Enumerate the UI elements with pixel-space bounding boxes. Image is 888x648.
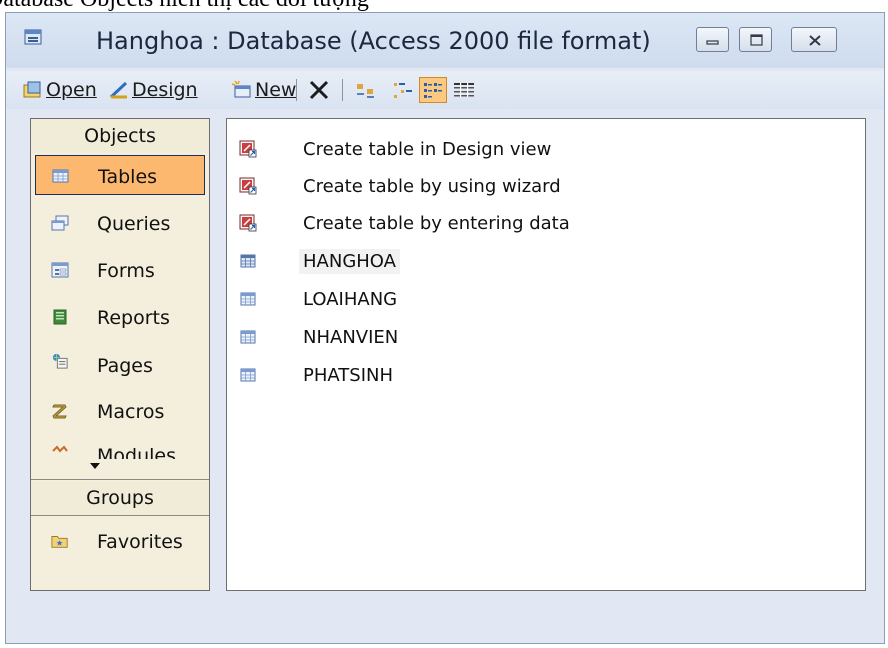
large-icons-button[interactable] xyxy=(355,77,377,103)
design-icon xyxy=(109,81,128,99)
list-item-label: HANGHOA xyxy=(299,249,400,274)
toolbar-separator xyxy=(296,79,297,101)
table-icon xyxy=(240,254,256,268)
toolbar-separator xyxy=(342,79,343,101)
list-item-label: PHATSINH xyxy=(303,365,394,386)
create-shortcut-icon xyxy=(239,214,257,232)
maximize-icon xyxy=(750,34,763,46)
objects-bar: Objects Tables Queries Forms Reports Pag… xyxy=(30,118,210,591)
maximize-button[interactable] xyxy=(739,27,772,52)
object-label: Reports xyxy=(97,307,170,329)
group-favorites[interactable]: Favorites xyxy=(35,521,205,561)
groups-header[interactable]: Groups xyxy=(31,481,209,515)
object-label: Pages xyxy=(97,355,153,377)
new-button[interactable]: New xyxy=(231,77,296,103)
details-view-button[interactable] xyxy=(452,77,476,103)
minimize-icon xyxy=(706,40,719,45)
create-shortcut-icon xyxy=(239,177,257,195)
new-icon xyxy=(231,80,251,98)
objects-list: Create table in Design view Create table… xyxy=(226,118,866,591)
list-item-label: Create table by entering data xyxy=(303,213,570,234)
group-label: Favorites xyxy=(97,531,183,553)
list-view-icon xyxy=(424,83,442,98)
object-modules[interactable]: Modules xyxy=(35,437,205,459)
object-label: Macros xyxy=(97,401,165,423)
open-button[interactable]: Open xyxy=(22,77,97,103)
objects-header[interactable]: Objects xyxy=(31,119,209,153)
design-button[interactable]: Design xyxy=(108,77,198,103)
object-macros[interactable]: Macros xyxy=(35,391,205,431)
open-label: Open xyxy=(46,79,97,101)
table-icon xyxy=(240,330,256,344)
close-button[interactable] xyxy=(791,27,837,52)
title-bar[interactable]: Hanghoa : Database (Access 2000 file for… xyxy=(6,13,884,68)
list-item-label: NHANVIEN xyxy=(303,327,399,348)
design-label: Design xyxy=(132,79,198,101)
table-icon xyxy=(240,292,256,306)
create-shortcut-icon xyxy=(239,140,257,158)
object-tables[interactable]: Tables xyxy=(35,155,205,195)
macro-icon xyxy=(52,404,67,419)
groups-divider xyxy=(31,515,209,516)
large-icons-view-icon xyxy=(357,84,374,98)
small-icons-view-icon xyxy=(394,83,412,98)
object-label: Tables xyxy=(98,166,158,188)
objects-groups-divider xyxy=(31,479,209,480)
toolbar: Open Design New xyxy=(6,71,884,109)
list-item-label: LOAIHANG xyxy=(303,289,398,310)
table-icon xyxy=(240,368,256,382)
object-pages[interactable]: Pages xyxy=(35,345,205,385)
scroll-down-arrow-icon[interactable] xyxy=(89,462,101,470)
favorites-folder-icon xyxy=(51,536,68,548)
query-icon xyxy=(51,215,69,231)
window-title: Hanghoa : Database (Access 2000 file for… xyxy=(96,27,651,55)
list-view-button[interactable] xyxy=(419,77,447,103)
page-icon xyxy=(52,353,68,369)
object-forms[interactable]: Forms xyxy=(35,250,205,290)
database-window-icon xyxy=(24,29,42,45)
details-view-icon xyxy=(454,83,474,97)
module-icon xyxy=(52,445,68,453)
table-icon xyxy=(52,169,69,183)
object-reports[interactable]: Reports xyxy=(35,297,205,337)
small-icons-button[interactable] xyxy=(391,77,413,103)
report-icon xyxy=(53,309,67,325)
open-icon xyxy=(23,81,41,98)
form-icon xyxy=(51,262,69,278)
document-header-text: Database Objects hiển thị các đối tượng xyxy=(0,0,888,12)
object-label: Modules xyxy=(97,445,176,459)
list-item-label: Create table by using wizard xyxy=(303,176,561,197)
object-queries[interactable]: Queries xyxy=(35,203,205,243)
close-icon xyxy=(809,35,821,46)
delete-icon xyxy=(309,80,329,100)
delete-button[interactable] xyxy=(308,77,330,103)
database-window: Hanghoa : Database (Access 2000 file for… xyxy=(5,12,885,644)
list-item-label: Create table in Design view xyxy=(303,139,552,160)
minimize-button[interactable] xyxy=(696,27,729,52)
object-label: Forms xyxy=(97,260,155,282)
new-label: New xyxy=(255,79,297,101)
object-label: Queries xyxy=(97,213,171,235)
